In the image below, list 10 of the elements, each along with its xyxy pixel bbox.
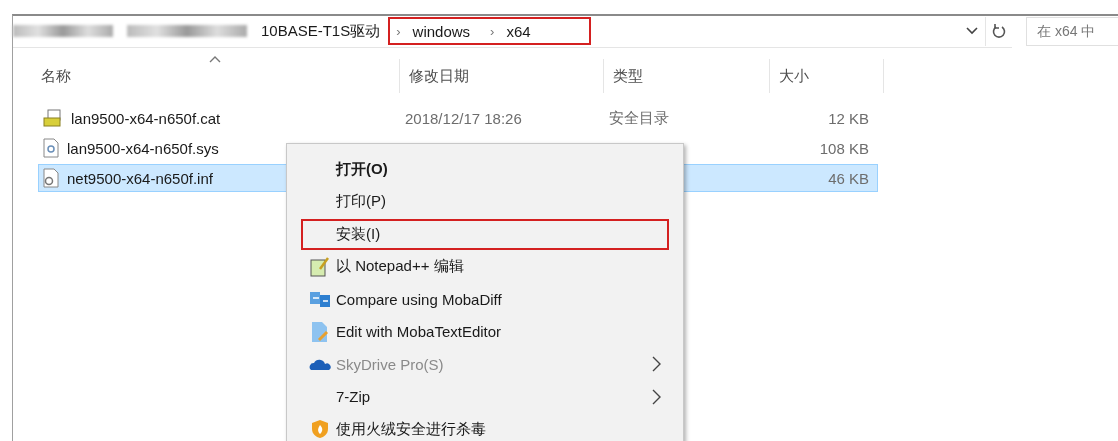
chevron-right-icon: › <box>490 23 495 39</box>
file-size: 46 KB <box>828 169 869 187</box>
file-size: 12 KB <box>828 109 869 127</box>
file-name: lan9500-x64-n650f.sys <box>67 139 219 157</box>
file-type: 安全目录 <box>609 108 669 126</box>
file-name: net9500-x64-n650f.inf <box>67 169 213 187</box>
chevron-right-icon: › <box>396 23 401 39</box>
file-size: 108 KB <box>819 139 869 157</box>
file-name: lan9500-x64-n650f.cat <box>71 109 221 127</box>
file-date: 2018/12/17 18:26 <box>405 109 522 127</box>
